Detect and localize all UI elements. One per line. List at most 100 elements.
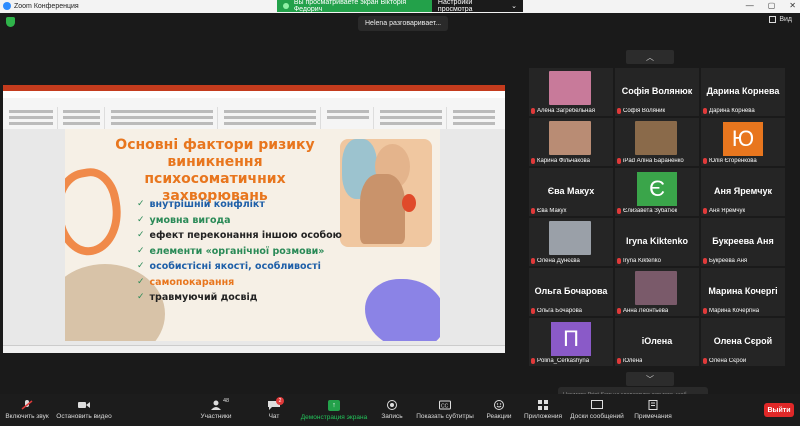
share-screen-icon: ↑ <box>328 399 340 411</box>
participant-video <box>549 71 591 105</box>
participant-name: Букреева Аня <box>709 258 748 264</box>
participant-name: Марина Кочергіна <box>709 308 760 314</box>
participant-tile[interactable]: Ольга Бочарова Ольга Бочарова <box>529 268 613 316</box>
close-button[interactable]: ✕ <box>789 1 796 10</box>
participant-tile[interactable]: Олена Дунєєва <box>529 218 613 266</box>
participant-name-label: Єва Макух <box>531 208 567 214</box>
participant-name: Олена Дунєєва <box>537 258 580 264</box>
mic-muted-icon <box>531 358 535 364</box>
mic-muted-icon <box>617 258 621 264</box>
speaking-indicator: Helena разговаривает... <box>358 16 449 31</box>
meeting-toolbar: Включить звук Остановить видео 48 Участн… <box>0 394 800 426</box>
slide: Основні фактори ризику виникнення психос… <box>65 129 440 341</box>
chat-badge: 2 <box>276 397 284 405</box>
zoom-logo-icon <box>3 2 11 10</box>
participant-name-label: Марина Кочергіна <box>703 308 759 314</box>
slide-bullet-text: ефект переконання іншою особою <box>149 230 342 241</box>
record-button[interactable]: Запись <box>380 394 404 426</box>
participant-video <box>549 221 591 255</box>
participant-avatar: Є <box>637 172 677 206</box>
stop-video-button[interactable]: Остановить видео <box>56 394 112 426</box>
illustration-head <box>360 174 405 244</box>
participants-label: Участники <box>200 413 232 420</box>
participant-tile[interactable]: Марина Кочергі Марина Кочергіна <box>701 268 785 316</box>
participant-tile[interactable]: П Polina_Cerkashyna <box>529 318 613 366</box>
captions-button[interactable]: CC Показать субтитры <box>416 394 474 426</box>
participant-tile[interactable]: Аня Яремчук Аня Яремчук <box>701 168 785 216</box>
reactions-button[interactable]: Реакции <box>486 394 512 426</box>
participant-name-label: Алёна Загребельная <box>531 108 595 114</box>
participant-name-label: Polina_Cerkashyna <box>531 358 589 364</box>
participant-name-label: іОлена <box>617 358 642 364</box>
slide-bullet-text: внутрішній конфлікт <box>149 199 265 210</box>
participant-name-label: Олена Сєрой <box>703 358 746 364</box>
participant-display-name: Софія Волянюк <box>621 86 693 96</box>
participant-tile[interactable]: iPad Аліна Бараненко <box>615 118 699 166</box>
apps-button[interactable]: Приложения <box>524 394 562 426</box>
share-banner-text: Вы просматриваете экран Вікторія Федорич <box>293 0 407 13</box>
leave-meeting-button[interactable]: Выйти <box>764 403 794 417</box>
share-screen-button[interactable]: ↑ Демонстрация экрана <box>300 394 368 426</box>
participant-tile[interactable]: іОлена іОлена <box>615 318 699 366</box>
mic-muted-icon <box>617 158 621 164</box>
participant-name: Аня Яремчук <box>709 208 746 214</box>
share-screen-label: Демонстрация экрана <box>300 413 368 421</box>
shared-screen[interactable]: Основні фактори ризику виникнення психос… <box>3 85 505 353</box>
whiteboards-button[interactable]: Доски сообщений <box>570 394 624 426</box>
participant-tile[interactable]: Дарина Корнева Дарина Корнева <box>701 68 785 116</box>
captions-label: Показать субтитры <box>416 413 474 420</box>
participant-name: іОлена <box>623 358 643 364</box>
chat-label: Чат <box>268 413 280 420</box>
record-icon <box>386 400 398 410</box>
grid-view-icon <box>769 16 777 23</box>
mic-muted-icon <box>703 308 707 314</box>
participant-tile[interactable]: Ю Юлія Єгоренкова <box>701 118 785 166</box>
slide-bullet-text: елементи «органічної розмови» <box>149 245 325 257</box>
participant-name: Олена Сєрой <box>709 358 747 364</box>
maximize-button[interactable]: ▢ <box>768 1 776 10</box>
slide-illustration <box>340 139 432 247</box>
participants-count: 48 <box>223 398 230 404</box>
participant-tile[interactable]: Олена Сєрой Олена Сєрой <box>701 318 785 366</box>
notes-label: Примечания <box>634 413 672 420</box>
slide-bullet-item: ✓ елементи «органічної розмови» <box>137 244 342 260</box>
minimize-button[interactable]: — <box>746 1 754 10</box>
chat-bubble-icon: 2 <box>268 397 284 410</box>
participant-display-name: Олена Сєрой <box>713 336 773 346</box>
window-controls: — ▢ ✕ <box>746 1 796 10</box>
participant-name: Єва Макух <box>537 208 567 214</box>
notes-icon <box>647 400 659 410</box>
checkmark-icon: ✓ <box>137 276 145 287</box>
participants-button[interactable]: 48 Участники <box>198 394 234 426</box>
participant-tile[interactable]: Букреева Аня Букреева Аня <box>701 218 785 266</box>
participant-tile[interactable]: Єва Макух Єва Макух <box>529 168 613 216</box>
view-button[interactable]: Вид <box>769 16 792 23</box>
live-indicator-icon <box>283 3 289 9</box>
chat-button[interactable]: 2 Чат <box>266 394 284 426</box>
participant-name-label: Аня Яремчук <box>703 208 745 214</box>
mic-muted-icon <box>703 158 707 164</box>
whiteboard-icon <box>591 400 603 410</box>
participant-tile[interactable]: Алёна Загребельная <box>529 68 613 116</box>
participant-name: Ольга Бочарова <box>537 308 583 314</box>
window-title: Zoom Конференция <box>14 2 79 10</box>
view-options-button[interactable]: Настройки просмотра ⌄ <box>431 0 524 13</box>
gallery-prev-button[interactable]: ︿ <box>626 50 674 64</box>
participant-avatar: Ю <box>723 122 763 156</box>
notes-button[interactable]: Примечания <box>634 394 672 426</box>
participant-tile[interactable]: Анна Леонтьева <box>615 268 699 316</box>
checkmark-icon: ✓ <box>137 245 145 256</box>
participant-tile[interactable]: Карина Фільчакова <box>529 118 613 166</box>
participant-tile[interactable]: Iryna Kiktenko Iryna Kiktenko <box>615 218 699 266</box>
mic-muted-icon <box>21 400 33 410</box>
participant-name: Алёна Загребельная <box>537 108 595 114</box>
participant-tile[interactable]: Є Єлизавета Зубатюк <box>615 168 699 216</box>
unmute-label: Включить звук <box>5 413 49 420</box>
unmute-button[interactable]: Включить звук <box>5 394 49 426</box>
gallery-next-button[interactable]: ﹀ <box>626 372 674 386</box>
view-options-label: Настройки просмотра <box>437 0 473 13</box>
participant-name-label: Софія Воляник <box>617 108 665 114</box>
participant-name-label: Букреева Аня <box>703 258 747 264</box>
security-shield-icon[interactable] <box>6 17 15 27</box>
participant-tile[interactable]: Софія Волянюк Софія Воляник <box>615 68 699 116</box>
